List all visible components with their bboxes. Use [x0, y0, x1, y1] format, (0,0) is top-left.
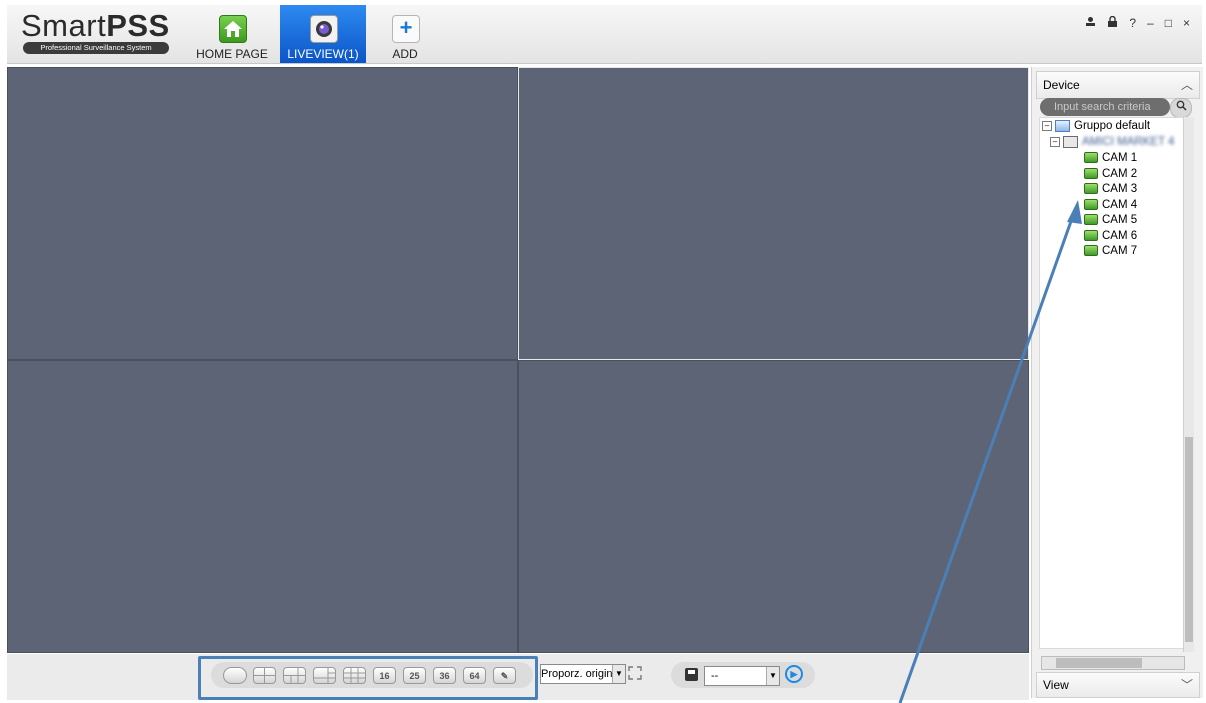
annotation-arrow — [898, 200, 1082, 703]
